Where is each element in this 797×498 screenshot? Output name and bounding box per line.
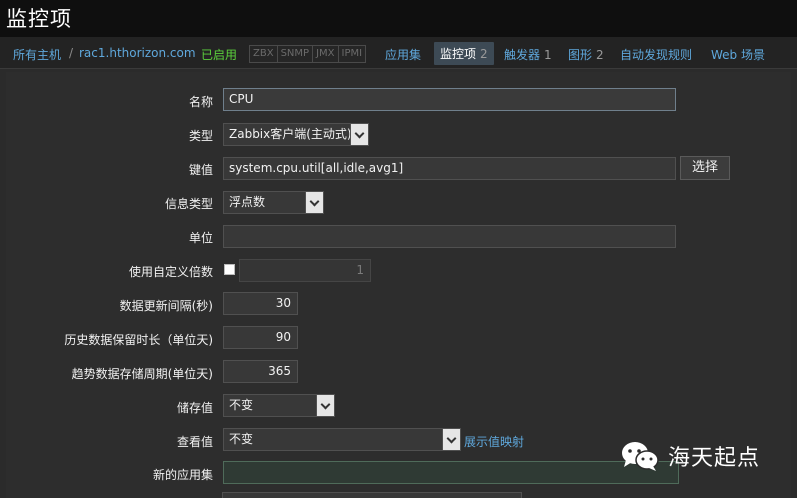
- info-type-select[interactable]: 浮点数: [223, 191, 324, 214]
- custom-multiplier-checkbox[interactable]: [224, 264, 235, 275]
- host-link[interactable]: rac1.hthorizon.com: [79, 46, 196, 60]
- breadcrumb-nav: 所有主机 / rac1.hthorizon.com 已启用 ZBX SNMP J…: [0, 37, 797, 69]
- wechat-icon: [620, 440, 660, 472]
- title-bar: 监控项: [0, 0, 797, 37]
- tab-discovery-rules[interactable]: 自动发现规则: [620, 46, 692, 63]
- type-select[interactable]: Zabbix客户端(主动式): [223, 123, 369, 146]
- type-select-value: Zabbix客户端(主动式): [229, 127, 352, 141]
- snmp-badge: SNMP: [277, 46, 314, 62]
- chevron-down-icon: [442, 429, 460, 450]
- zbx-badge: ZBX: [250, 46, 278, 62]
- multiplier-input[interactable]: 1: [239, 259, 371, 282]
- tab-applications[interactable]: 应用集: [385, 46, 421, 63]
- info-type-value: 浮点数: [229, 195, 266, 209]
- ipmi-badge: IPMI: [338, 46, 366, 62]
- breadcrumb-separator: /: [69, 46, 74, 60]
- select-key-button[interactable]: 选择: [680, 156, 730, 180]
- tab-triggers[interactable]: 触发器 1: [504, 46, 552, 63]
- info-type-label: 信息类型: [164, 197, 213, 211]
- show-value-mappings-link[interactable]: 展示值映射: [464, 433, 524, 450]
- jmx-badge: JMX: [313, 46, 339, 62]
- show-value-value: 不变: [229, 432, 254, 446]
- store-value-label: 储存值: [176, 401, 213, 415]
- trends-label: 趋势数据存储周期(单位天): [71, 367, 213, 381]
- tab-items[interactable]: 监控项 2: [434, 42, 494, 65]
- chevron-down-icon: [305, 192, 323, 213]
- chevron-down-icon: [316, 395, 334, 416]
- show-value-label: 查看值: [176, 435, 213, 449]
- all-hosts-link[interactable]: 所有主机: [13, 46, 61, 63]
- new-application-input[interactable]: [223, 461, 679, 484]
- name-label: 名称: [188, 95, 213, 109]
- applications-list[interactable]: [222, 492, 522, 498]
- name-input[interactable]: CPU: [223, 88, 676, 111]
- availability-badges: ZBX SNMP JMX IPMI: [249, 45, 367, 63]
- page-title: 监控项: [6, 7, 72, 31]
- units-label: 单位: [188, 231, 213, 245]
- watermark-text: 海天起点: [668, 446, 761, 471]
- tab-graphs[interactable]: 图形 2: [568, 46, 604, 63]
- tab-items-count: 2: [480, 47, 488, 61]
- tab-triggers-label: 触发器: [504, 48, 541, 62]
- trends-input[interactable]: 365: [223, 360, 298, 383]
- update-interval-input[interactable]: 30: [223, 292, 298, 315]
- history-label: 历史数据保留时长（单位天): [64, 333, 213, 347]
- show-value-select[interactable]: 不变: [223, 428, 461, 451]
- tab-triggers-count: 1: [544, 48, 552, 62]
- tab-items-label: 监控项: [440, 47, 477, 61]
- custom-multiplier-label: 使用自定义倍数: [128, 265, 213, 279]
- units-input[interactable]: [223, 225, 676, 248]
- tab-graphs-label: 图形: [568, 48, 593, 62]
- new-application-label: 新的应用集: [152, 468, 213, 482]
- key-input[interactable]: system.cpu.util[all,idle,avg1]: [223, 157, 676, 180]
- key-label: 键值: [188, 163, 213, 177]
- update-interval-label: 数据更新间隔(秒): [119, 299, 213, 313]
- watermark: 海天起点: [620, 440, 760, 472]
- status-enabled[interactable]: 已启用: [201, 46, 237, 63]
- tab-graphs-count: 2: [596, 48, 604, 62]
- chevron-down-icon: [350, 124, 368, 145]
- type-label: 类型: [188, 129, 213, 143]
- tab-web-scenarios[interactable]: Web 场景: [711, 46, 765, 63]
- store-value-value: 不变: [229, 398, 254, 412]
- history-input[interactable]: 90: [223, 326, 298, 349]
- store-value-select[interactable]: 不变: [223, 394, 335, 417]
